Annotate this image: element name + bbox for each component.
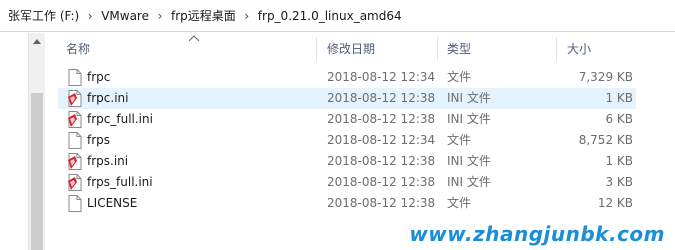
file-name: frpc.ini [87, 91, 129, 105]
file-type: 文件 [447, 133, 472, 147]
file-name: frps [87, 133, 111, 147]
file-type: INI 文件 [447, 154, 491, 168]
scroll-up-arrow-icon[interactable] [33, 39, 41, 44]
file-size: 6 KB [605, 112, 633, 126]
file-row[interactable]: LICENSE 2018-08-12 12:38 文件 12 KB [58, 193, 636, 214]
file-modified-date: 2018-08-12 12:38 [327, 196, 436, 210]
file-type: 文件 [447, 70, 472, 84]
generic-file-icon [68, 69, 82, 86]
ini-file-icon [68, 90, 82, 107]
file-modified-date: 2018-08-12 12:38 [327, 154, 436, 168]
ini-file-icon [68, 174, 82, 191]
column-header-name[interactable]: 名称 [56, 33, 306, 65]
file-size: 7,329 KB [578, 70, 633, 84]
column-header-size[interactable]: 大小 [557, 33, 657, 65]
file-name: frps.ini [87, 154, 129, 168]
file-size: 3 KB [605, 175, 633, 189]
navigation-scrollbar[interactable] [28, 33, 45, 250]
file-name: frpc_full.ini [87, 112, 153, 126]
breadcrumb: 张军工作 (F:) › VMware › frp远程桌面 › frp_0.21.… [0, 0, 675, 32]
file-row[interactable]: frpc 2018-08-12 12:34 文件 7,329 KB [58, 67, 636, 88]
file-name: LICENSE [87, 196, 138, 210]
generic-file-icon [68, 195, 82, 212]
file-modified-date: 2018-08-12 12:38 [327, 91, 436, 105]
chevron-right-icon[interactable]: › [81, 9, 99, 23]
file-type: INI 文件 [447, 112, 491, 126]
chevron-right-icon[interactable]: › [151, 9, 169, 23]
chevron-right-icon[interactable]: › [238, 9, 256, 23]
file-modified-date: 2018-08-12 12:38 [327, 112, 436, 126]
file-row[interactable]: frps_full.ini 2018-08-12 12:38 INI 文件 3 KB [58, 172, 636, 193]
file-name: frpc [87, 70, 111, 84]
breadcrumb-item-current-folder[interactable]: frp_0.21.0_linux_amd64 [256, 9, 404, 23]
file-row[interactable]: frpc_full.ini 2018-08-12 12:38 INI 文件 6 KB [58, 109, 636, 130]
generic-file-icon [68, 132, 82, 149]
file-type: INI 文件 [447, 175, 491, 189]
ini-file-icon [68, 153, 82, 170]
file-name: frps_full.ini [87, 175, 153, 189]
column-header-date[interactable]: 修改日期 [317, 33, 435, 65]
scrollbar-thumb[interactable] [31, 93, 43, 250]
breadcrumb-item-frp-remote[interactable]: frp远程桌面 [169, 7, 238, 24]
file-modified-date: 2018-08-12 12:38 [327, 175, 436, 189]
file-type: INI 文件 [447, 91, 491, 105]
file-size: 12 KB [597, 196, 633, 210]
breadcrumb-item-drive[interactable]: 张军工作 (F:) [6, 7, 81, 24]
ini-file-icon [68, 111, 82, 128]
file-list: 名称 修改日期 类型 大小 frpc 2018-08-12 12:34 文件 7,32… [46, 33, 675, 250]
file-row[interactable]: frps 2018-08-12 12:34 文件 8,752 KB [58, 130, 636, 151]
file-size: 1 KB [605, 91, 633, 105]
file-modified-date: 2018-08-12 12:34 [327, 70, 436, 84]
watermark: www.zhangjunbk.com [409, 222, 665, 246]
column-header-type[interactable]: 类型 [437, 33, 556, 65]
file-row[interactable]: frps.ini 2018-08-12 12:38 INI 文件 1 KB [58, 151, 636, 172]
column-header-row: 名称 修改日期 类型 大小 [46, 33, 675, 65]
file-row[interactable]: frpc.ini 2018-08-12 12:38 INI 文件 1 KB [58, 88, 636, 109]
breadcrumb-item-vmware[interactable]: VMware [99, 9, 151, 23]
file-type: 文件 [447, 196, 472, 210]
file-modified-date: 2018-08-12 12:34 [327, 133, 436, 147]
file-size: 8,752 KB [578, 133, 633, 147]
file-size: 1 KB [605, 154, 633, 168]
